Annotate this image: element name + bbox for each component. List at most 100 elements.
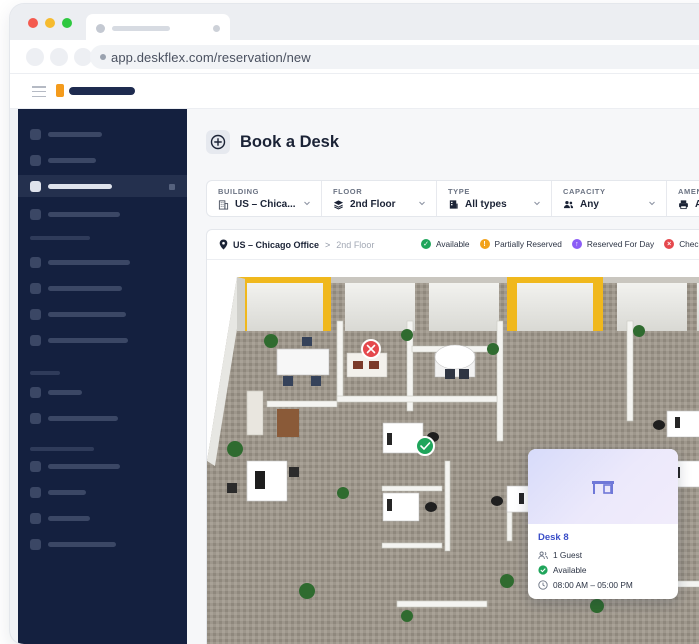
sidebar [18, 109, 187, 644]
tab-title-placeholder [112, 26, 170, 31]
sidebar-item[interactable] [18, 533, 187, 555]
browser-window: app.deskflex.com/reservation/new Book a [10, 4, 699, 644]
nav-icon [30, 155, 41, 166]
filter-capacity[interactable]: CAPACITY Any [552, 181, 667, 216]
page-title: Book a Desk [240, 132, 340, 151]
url-input[interactable]: app.deskflex.com/reservation/new [90, 45, 699, 69]
filter-type[interactable]: TYPE All types [437, 181, 552, 216]
desk-icon [592, 480, 614, 494]
filter-floor[interactable]: FLOOR 2nd Floor [322, 181, 437, 216]
sidebar-item-label [48, 542, 116, 547]
back-button[interactable] [26, 48, 44, 66]
location-breadcrumb: US – Chicago Office > 2nd Floor [219, 239, 374, 250]
printer-icon [679, 200, 688, 210]
sidebar-item[interactable] [18, 277, 187, 299]
filter-building[interactable]: BUILDING US – Chica... [207, 181, 322, 216]
sidebar-item-label [48, 338, 128, 343]
brand-logo-icon [56, 84, 64, 97]
map-legend-bar: US – Chicago Office > 2nd Floor ✓ Availa… [207, 230, 699, 260]
exclamation-icon: ! [479, 239, 490, 249]
forward-button[interactable] [50, 48, 68, 66]
nav-icon [30, 413, 41, 424]
sidebar-item-label [48, 158, 96, 163]
unavailable-marker[interactable] [361, 339, 381, 359]
layers-icon [333, 200, 344, 210]
sidebar-item[interactable] [18, 381, 187, 403]
sidebar-item-label [48, 286, 122, 291]
filter-label: TYPE [448, 187, 470, 196]
filter-value: 2nd Floor [333, 199, 396, 210]
nav-icon [30, 335, 41, 346]
nav-icon [30, 487, 41, 498]
nav-icon [30, 387, 41, 398]
filter-value: A [678, 199, 699, 210]
filter-amenities[interactable]: AMENI A [667, 181, 699, 216]
brand-name-placeholder [69, 87, 135, 95]
close-icon: × [664, 239, 675, 249]
add-icon[interactable] [206, 130, 230, 154]
sidebar-item[interactable] [18, 481, 187, 503]
building-name[interactable]: US – Chicago Office [233, 240, 319, 250]
nav-icon [30, 513, 41, 524]
page-header: Book a Desk [206, 130, 339, 154]
sidebar-item[interactable] [18, 203, 187, 225]
desk-hours: 08:00 AM – 05:00 PM [538, 580, 633, 590]
tab-close-icon[interactable] [213, 25, 220, 32]
filter-label: CAPACITY [563, 187, 606, 196]
arrow-up-icon: ↑ [571, 239, 582, 249]
nav-icon [30, 257, 41, 268]
sidebar-item-label [48, 184, 112, 189]
sidebar-section-header [30, 447, 94, 451]
nav-icon [30, 181, 41, 192]
sidebar-item-label [48, 416, 118, 421]
desk-image-placeholder [528, 449, 678, 524]
sidebar-item-active[interactable] [18, 175, 187, 197]
sidebar-item[interactable] [18, 303, 187, 325]
sidebar-item[interactable] [18, 455, 187, 477]
sidebar-item[interactable] [18, 507, 187, 529]
people-icon [563, 201, 574, 209]
people-icon [538, 551, 548, 559]
filter-label: FLOOR [333, 187, 363, 196]
legend-reserved-for-day: ↑ Reserved For Day [571, 239, 654, 249]
filter-value: All types [448, 199, 507, 210]
favicon-icon [96, 24, 105, 33]
sidebar-item-label [48, 390, 82, 395]
sidebar-item-label [48, 312, 126, 317]
maximize-window-button[interactable] [62, 18, 72, 28]
building-icon [218, 200, 229, 210]
sidebar-item[interactable] [18, 123, 187, 145]
status-legend: ✓ Available ! Partially Reserved ↑ Reser… [421, 239, 699, 249]
sidebar-item[interactable] [18, 407, 187, 429]
sidebar-item-label [48, 490, 86, 495]
available-marker[interactable] [415, 436, 435, 456]
sidebar-section-header [30, 236, 90, 240]
legend-available: ✓ Available [421, 239, 470, 249]
sidebar-item[interactable] [18, 149, 187, 171]
window-controls [28, 18, 72, 28]
close-window-button[interactable] [28, 18, 38, 28]
nav-icon [30, 461, 41, 472]
floor-name: 2nd Floor [336, 239, 375, 250]
legend-check: × Check [664, 239, 699, 249]
secure-icon [100, 54, 106, 60]
sidebar-item[interactable] [18, 329, 187, 351]
filter-value: US – Chica... [218, 199, 296, 210]
sidebar-item-label [48, 132, 102, 137]
minimize-window-button[interactable] [45, 18, 55, 28]
menu-icon[interactable] [32, 86, 46, 97]
chevron-down-icon [304, 201, 310, 206]
chevron-down-icon [534, 201, 540, 206]
nav-icon [30, 209, 41, 220]
address-bar: app.deskflex.com/reservation/new [10, 40, 699, 74]
desk-type-icon [449, 200, 458, 209]
sidebar-item[interactable] [18, 251, 187, 273]
desk-name[interactable]: Desk 8 [538, 532, 569, 543]
nav-icon [30, 129, 41, 140]
location-pin-icon [219, 239, 228, 250]
floor-map-card: US – Chicago Office > 2nd Floor ✓ Availa… [206, 229, 699, 644]
browser-tab[interactable] [86, 14, 230, 42]
nav-icon [30, 309, 41, 320]
desk-details-popup[interactable]: Desk 8 1 Guest Available 08:00 AM – 05:0… [528, 449, 678, 599]
breadcrumb-separator: > [325, 239, 331, 250]
